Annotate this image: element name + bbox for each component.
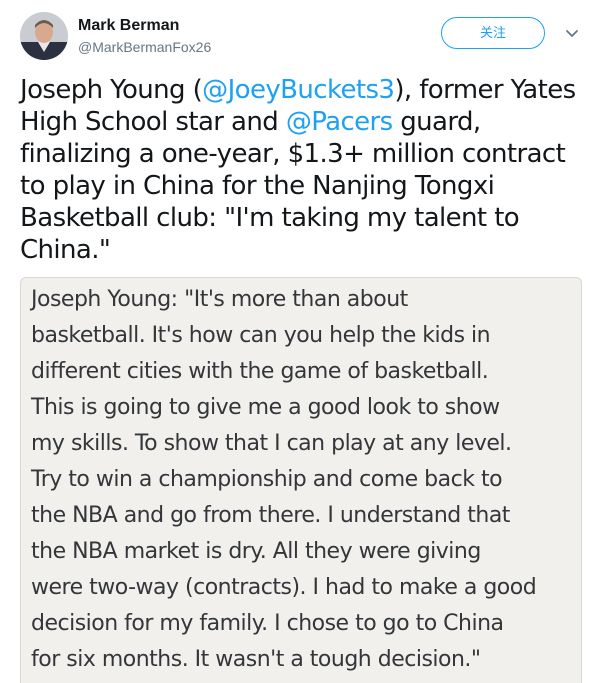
quote-line: This is going to give me a good look to … [31,395,500,420]
tweet-line: to play in China for the Nanjing Tongxi [20,171,495,201]
tweet-line: Joseph Young (@JoeyBuckets3), former Yat… [20,75,576,105]
tweet-line: China." [20,235,111,265]
avatar[interactable] [20,12,68,60]
tweet-line: finalizing a one-year, $1.3+ million con… [20,139,566,169]
quote-line: the NBA and go from there. I understand … [31,503,510,528]
follow-button[interactable]: 关注 [441,17,545,49]
quote-line: were two-way (contracts). I had to make … [31,575,537,600]
quote-line: the NBA market is dry. All they were giv… [31,539,481,564]
mention-link[interactable]: @Pacers [286,107,393,137]
quote-line: different cities with the game of basket… [31,359,489,384]
tweet-line: Basketball club: "I'm taking my talent t… [20,203,520,233]
tweet-text: Joseph Young (@JoeyBuckets3), former Yat… [20,74,590,266]
tweet-header: Mark Berman @MarkBermanFox26 关注 [20,12,586,62]
quote-line: Joseph Young: "It's more than about [31,287,408,312]
chevron-down-icon[interactable] [563,24,581,42]
mention-link[interactable]: @JoeyBuckets3 [202,75,395,105]
tweet-line: High School star and @Pacers guard, [20,107,481,137]
quote-line: Try to win a championship and come back … [31,467,503,492]
author-block: Mark Berman @MarkBermanFox26 [78,16,211,56]
author-display-name[interactable]: Mark Berman [78,16,211,36]
author-handle[interactable]: @MarkBermanFox26 [78,38,211,56]
quote-line: for six months. It wasn't a tough decisi… [31,647,481,672]
quote-line: basketball. It's how can you help the ki… [31,323,491,348]
person-avatar-icon [20,12,68,60]
quote-line: my skills. To show that I can play at an… [31,431,512,456]
quote-image[interactable]: Joseph Young: "It's more than about bask… [20,277,582,683]
quote-line: decision for my family. I chose to go to… [31,611,504,636]
